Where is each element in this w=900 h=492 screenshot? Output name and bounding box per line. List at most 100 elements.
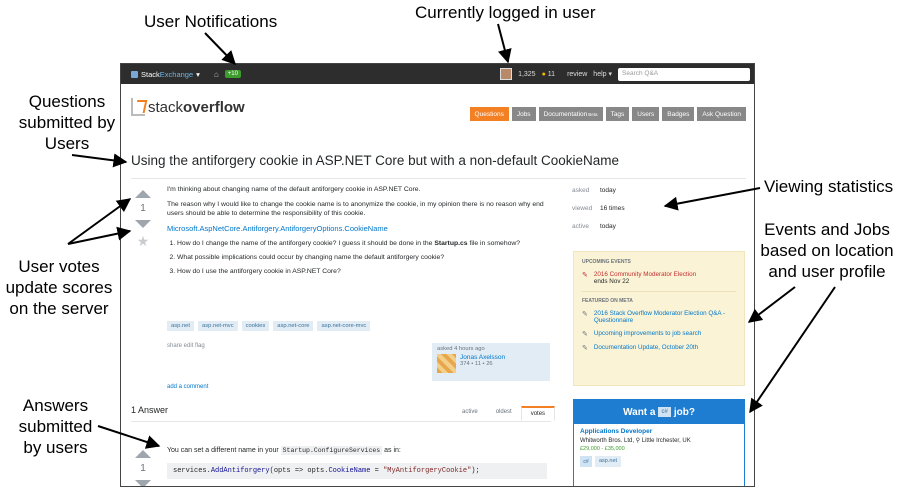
review-link[interactable]: review bbox=[567, 71, 587, 78]
arrow-jobs bbox=[749, 286, 836, 414]
answer-code-block: services.AddAntiforgery(opts => opts.Coo… bbox=[167, 463, 547, 479]
question-owner-card: asked 4 hours ago Jonas Axelsson 374 • 1… bbox=[432, 343, 550, 381]
owner-avatar[interactable] bbox=[437, 354, 456, 373]
meta-item[interactable]: ✎ 2016 Stack Overflow Moderator Election… bbox=[582, 310, 736, 324]
logo-text-overflow: overflow bbox=[183, 98, 245, 116]
answer-text: You can set a different name in your Sta… bbox=[167, 446, 401, 455]
user-avatar[interactable] bbox=[500, 68, 513, 80]
bronze-badge-count: ● 11 bbox=[541, 70, 556, 78]
brand-stack: Stack bbox=[141, 69, 160, 79]
divider bbox=[131, 421, 551, 422]
divider bbox=[582, 291, 736, 292]
add-comment-link[interactable]: add a comment bbox=[167, 384, 208, 390]
arrow-notifications bbox=[204, 32, 236, 66]
divider bbox=[131, 178, 746, 179]
answer-sort-tabs: active oldest votes bbox=[453, 406, 556, 421]
tab-tags[interactable]: Tags bbox=[605, 107, 630, 121]
question-vote-cell: 1 ★ bbox=[135, 190, 151, 250]
post-menu[interactable]: share edit flag bbox=[167, 343, 205, 349]
stat-viewed: 16 times bbox=[600, 205, 625, 212]
sort-active[interactable]: active bbox=[453, 406, 487, 421]
sort-oldest[interactable]: oldest bbox=[487, 406, 521, 421]
reputation-change-badge[interactable]: +10 bbox=[224, 70, 241, 78]
sort-votes[interactable]: votes bbox=[520, 406, 556, 421]
annotation-questions: Questions submitted by Users bbox=[18, 92, 116, 153]
question-vote-count: 1 bbox=[140, 203, 146, 214]
stackoverflow-logo[interactable]: stack overflow bbox=[131, 98, 245, 116]
job-salary: £29,000 - £35,000 bbox=[580, 446, 625, 452]
stack-logo-icon bbox=[131, 98, 145, 116]
answer-vote-cell: 1 bbox=[135, 450, 151, 486]
election-icon: ✎ bbox=[582, 272, 588, 279]
favorite-star-icon[interactable]: ★ bbox=[135, 233, 151, 250]
search-input[interactable]: Search Q&A bbox=[618, 67, 750, 81]
owner-name[interactable]: Jonas Axelsson bbox=[460, 354, 505, 361]
tag[interactable]: asp.net bbox=[167, 321, 195, 331]
tab-questions[interactable]: Questions bbox=[469, 107, 509, 121]
stat-label: asked bbox=[572, 187, 590, 194]
pencil-icon: ✎ bbox=[582, 345, 588, 352]
jobs-heading[interactable]: Want a c# job? bbox=[574, 400, 744, 424]
question-stats: asked today viewed 16 times active today bbox=[572, 186, 625, 240]
stat-label: active bbox=[572, 223, 589, 230]
top-bar: Stack Exchange ▾ ⌂ +10 1,325 ● 11 review … bbox=[121, 64, 754, 84]
tag[interactable]: asp.net-core-mvc bbox=[317, 321, 371, 331]
event-item[interactable]: ✎ 2016 Community Moderator Election ends … bbox=[582, 271, 736, 285]
annotation-logged-in-user: Currently logged in user bbox=[415, 3, 596, 22]
annotation-user-notifications: User Notifications bbox=[144, 12, 278, 31]
events-sidebar: UPCOMING EVENTS ✎ 2016 Community Moderat… bbox=[573, 251, 745, 386]
tab-users[interactable]: Users bbox=[632, 107, 660, 121]
question-list: How do I change the name of the antiforg… bbox=[177, 239, 547, 276]
docs-link[interactable]: Microsoft.AspNetCore.Antiforgery.Antifor… bbox=[167, 224, 547, 233]
upvote-icon[interactable] bbox=[135, 450, 151, 458]
tag[interactable]: asp.net-mvc bbox=[198, 321, 238, 331]
stat-label: viewed bbox=[572, 205, 593, 212]
featured-meta-heading: FEATURED ON META bbox=[582, 298, 633, 304]
question-paragraph: The reason why I would like to change th… bbox=[167, 201, 544, 217]
question-title[interactable]: Using the antiforgery cookie in ASP.NET … bbox=[131, 153, 619, 168]
arrow-logged-in bbox=[497, 23, 512, 64]
chevron-down-icon: ▾ bbox=[196, 69, 200, 79]
badge-dot-icon: ● bbox=[541, 70, 546, 78]
logo-text-stack: stack bbox=[148, 98, 184, 116]
user-reputation[interactable]: 1,325 bbox=[518, 71, 536, 78]
tab-documentation[interactable]: Documentation Beta bbox=[538, 107, 603, 121]
meta-item[interactable]: ✎ Documentation Update, October 20th bbox=[582, 344, 736, 352]
stat-active: today bbox=[600, 223, 616, 230]
arrow-events bbox=[747, 286, 796, 323]
stat-asked: today bbox=[600, 187, 616, 194]
pencil-icon: ✎ bbox=[582, 331, 588, 338]
brand-exchange: Exchange bbox=[159, 69, 194, 79]
tab-badges[interactable]: Badges bbox=[662, 107, 695, 121]
pencil-icon: ✎ bbox=[582, 311, 588, 318]
main-nav: Questions Jobs Documentation Beta Tags Us… bbox=[469, 107, 746, 121]
upvote-icon[interactable] bbox=[135, 190, 151, 198]
meta-item[interactable]: ✎ Upcoming improvements to job search bbox=[582, 330, 736, 338]
upcoming-events-heading: UPCOMING EVENTS bbox=[582, 259, 631, 265]
question-tags: asp.net asp.net-mvc cookies asp.net-core… bbox=[167, 321, 371, 331]
ask-question-button[interactable]: Ask Question bbox=[697, 107, 746, 121]
downvote-icon[interactable] bbox=[135, 480, 151, 486]
list-item: How do I change the name of the antiforg… bbox=[177, 239, 547, 248]
job-company: Whitworth Bros. Ltd, ⚲ Little Irchester,… bbox=[580, 438, 691, 444]
question-body: I'm thinking about changing name of the … bbox=[167, 185, 547, 281]
tab-jobs[interactable]: Jobs bbox=[511, 107, 536, 121]
stackexchange-icon bbox=[131, 70, 138, 78]
stackexchange-menu[interactable]: Stack Exchange ▾ bbox=[131, 70, 200, 79]
company-logo: c# bbox=[580, 456, 592, 467]
annotation-viewing-statistics: Viewing statistics bbox=[764, 177, 894, 196]
answers-header: 1 Answer bbox=[131, 405, 169, 415]
annotation-user-votes: User votes update scores on the server bbox=[5, 257, 113, 318]
inline-code: Startup.ConfigureServices bbox=[280, 446, 383, 455]
help-menu[interactable]: help ▾ bbox=[593, 70, 612, 78]
question-paragraph: I'm thinking about changing name of the … bbox=[167, 186, 421, 193]
job-title-link[interactable]: Applications Developer bbox=[580, 428, 738, 435]
downvote-icon[interactable] bbox=[135, 220, 151, 228]
inbox-icon[interactable]: ⌂ bbox=[214, 70, 219, 79]
arrow-questions bbox=[71, 153, 128, 168]
tag[interactable]: cookies bbox=[241, 321, 270, 331]
list-item: What possible implications could occur b… bbox=[177, 253, 547, 262]
annotation-events-jobs: Events and Jobs based on location and us… bbox=[760, 220, 894, 281]
tag[interactable]: asp.net-core bbox=[273, 321, 314, 331]
tag[interactable]: asp.net bbox=[595, 456, 622, 467]
